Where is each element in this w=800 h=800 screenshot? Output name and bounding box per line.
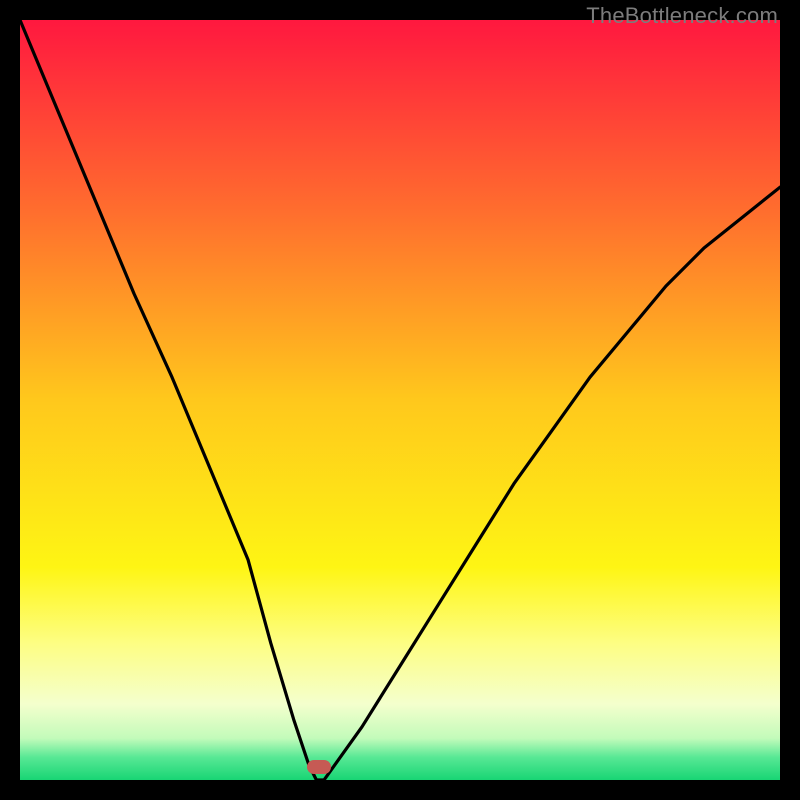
chart-curve: [20, 20, 780, 780]
chart-frame: [20, 20, 780, 780]
minimum-marker: [307, 760, 331, 774]
watermark-text: TheBottleneck.com: [586, 3, 778, 29]
